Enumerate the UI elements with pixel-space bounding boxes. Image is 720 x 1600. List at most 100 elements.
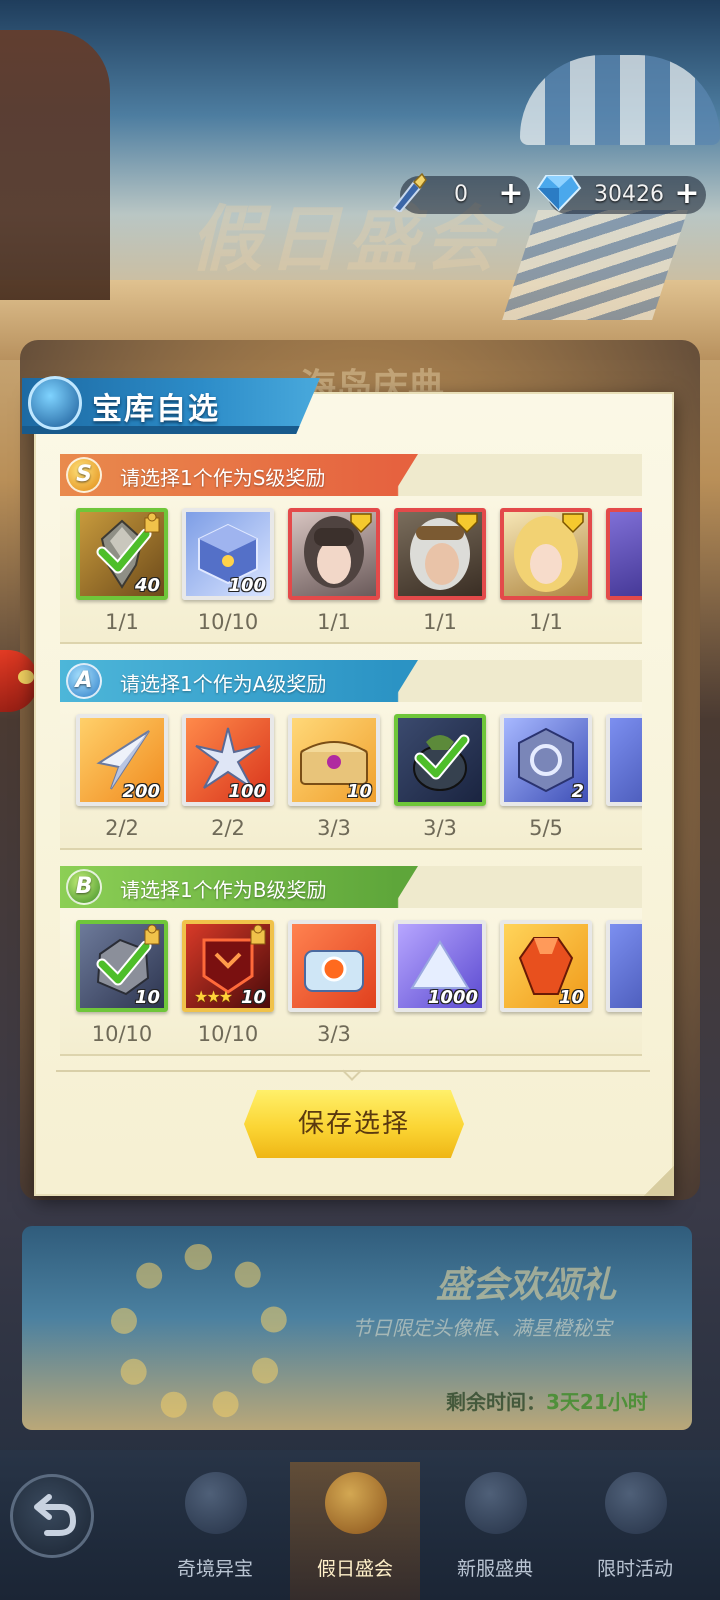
promo-subtitle: 节日限定头像框、满星橙秘宝 (352, 1316, 612, 1340)
armor-tag-icon (562, 513, 584, 534)
b-grade-label: 请选择1个作为B级奖励 (120, 878, 327, 902)
tab-label: 奇境异宝 (176, 1558, 253, 1580)
item-stock: 2/2 (211, 816, 245, 840)
crystal-pile-icon (410, 940, 470, 989)
star-crest-icon (465, 1472, 527, 1534)
reward-item[interactable]: 1/1 (500, 508, 592, 634)
reward-item[interactable]: 3/3 (394, 714, 486, 840)
promo-title: 盛会欢颂礼 (436, 1265, 617, 1306)
reward-item[interactable]: 2 5/5 (500, 714, 592, 840)
item-stock: 10/10 (197, 610, 259, 634)
background-hut (0, 30, 110, 300)
item-count: 10 (346, 781, 372, 802)
item-frame: 10 (288, 714, 380, 806)
item-count: 100 (228, 575, 266, 596)
item-count: 10 (558, 987, 584, 1008)
reward-item[interactable]: 40 1/1 (76, 508, 168, 634)
tab-limited-event[interactable]: 限时活动 (570, 1462, 700, 1600)
item-frame: 10 (500, 920, 592, 1012)
reward-item-partial[interactable] (606, 920, 642, 1012)
reward-item[interactable]: 3/3 (288, 920, 380, 1046)
item-count: 40 (134, 575, 160, 596)
s-grade-section: S 请选择1个作为S级奖励 40 1/1 100 10/10 1/1 1/1 1… (60, 454, 642, 646)
reward-item-partial[interactable] (606, 714, 642, 806)
item-stock: 3/3 (317, 1022, 351, 1046)
add-torch-button[interactable]: + (496, 179, 526, 210)
rune-stone-icon (518, 727, 574, 793)
item-frame: 2 (500, 714, 592, 806)
palm-tree-icon (325, 1472, 387, 1534)
s-grade-items: 40 1/1 100 10/10 1/1 1/1 1/1 (60, 496, 642, 644)
reward-item[interactable]: 1/1 (394, 508, 486, 634)
shell-icon (185, 1472, 247, 1534)
reward-item[interactable]: 10 10/10 (76, 920, 168, 1046)
torch-icon (392, 172, 427, 212)
treasure-chest-icon (300, 741, 368, 785)
item-frame (606, 920, 642, 1012)
b-grade-badge-icon: B (66, 869, 102, 905)
hourglass-icon (605, 1472, 667, 1534)
a-grade-items: 200 2/2 100 2/2 10 3/3 3/3 2 5/5 (60, 702, 642, 850)
a-grade-header: A 请选择1个作为A级奖励 (60, 660, 642, 702)
reward-item[interactable]: 1/1 (288, 508, 380, 634)
save-selection-button[interactable]: 保存选择 (244, 1090, 464, 1158)
back-button[interactable] (10, 1474, 94, 1558)
tab-holiday-festival[interactable]: 假日盛会 (290, 1462, 420, 1600)
compass-emblem-icon (28, 376, 82, 430)
gem-currency: 30426 + (536, 175, 706, 214)
a-grade-section: A 请选择1个作为A级奖励 200 2/2 100 2/2 10 3/3 3/3… (60, 660, 642, 852)
back-arrow-icon (34, 1494, 77, 1536)
item-frame: 10 (76, 920, 168, 1012)
check-icon (414, 734, 470, 780)
puzzle-piece-icon (250, 924, 266, 945)
item-stock: 1/1 (529, 610, 563, 634)
b-grade-items: 10 10/10 ★★★ 10 10/10 3/3 1000 10 (60, 908, 642, 1056)
item-stock: 1/1 (317, 610, 351, 634)
reward-item-partial[interactable] (606, 508, 642, 600)
countdown-value: 3天21小时 (546, 1390, 648, 1414)
blue-chest-icon (304, 950, 364, 992)
reward-item[interactable]: 100 10/10 (182, 508, 274, 634)
item-count: 1000 (427, 987, 478, 1008)
item-count: 100 (228, 781, 266, 802)
torch-amount: 0 (454, 182, 468, 207)
reward-item[interactable]: 10 3/3 (288, 714, 380, 840)
reward-item[interactable]: ★★★ 10 10/10 (182, 920, 274, 1046)
item-frame (394, 508, 486, 600)
a-grade-badge-icon: A (66, 663, 102, 699)
item-count: 10 (240, 987, 266, 1008)
tab-new-server-celebration[interactable]: 新服盛典 (430, 1462, 560, 1600)
puzzle-piece-icon (144, 512, 160, 533)
item-count: 2 (571, 781, 584, 802)
item-stock: 10/10 (91, 1022, 153, 1046)
item-frame: 100 (182, 714, 274, 806)
tab-label: 限时活动 (596, 1558, 673, 1580)
diamond-icon (536, 175, 582, 212)
item-stock: 2/2 (105, 816, 139, 840)
item-stock: 1/1 (423, 610, 457, 634)
tab-wonder-treasure[interactable]: 奇境异宝 (150, 1462, 280, 1600)
item-frame: 1000 (394, 920, 486, 1012)
flower-wreath-icon (110, 1244, 288, 1422)
promo-countdown: 剩余时间：3天21小时 (446, 1386, 648, 1415)
dialog-title: 宝库自选 (92, 392, 220, 427)
item-stock: 10/10 (197, 1022, 259, 1046)
s-grade-badge-icon: S (66, 457, 102, 493)
paper-curl (644, 1166, 674, 1196)
add-gem-button[interactable]: + (672, 179, 702, 210)
three-stars-icon: ★★★ (194, 987, 233, 1006)
item-count: 10 (134, 987, 160, 1008)
reward-item[interactable]: 200 2/2 (76, 714, 168, 840)
item-frame (394, 714, 486, 806)
item-frame (288, 920, 380, 1012)
item-stock: 3/3 (317, 816, 351, 840)
reward-item[interactable]: 10 (500, 920, 592, 1012)
tab-label: 假日盛会 (316, 1558, 393, 1580)
item-frame: 200 (76, 714, 168, 806)
item-frame: ★★★ 10 (182, 920, 274, 1012)
item-count: 200 (122, 781, 160, 802)
reward-item[interactable]: 100 2/2 (182, 714, 274, 840)
reward-item[interactable]: 1000 (394, 920, 486, 1012)
item-frame (606, 714, 642, 806)
b-grade-header: B 请选择1个作为B级奖励 (60, 866, 642, 908)
